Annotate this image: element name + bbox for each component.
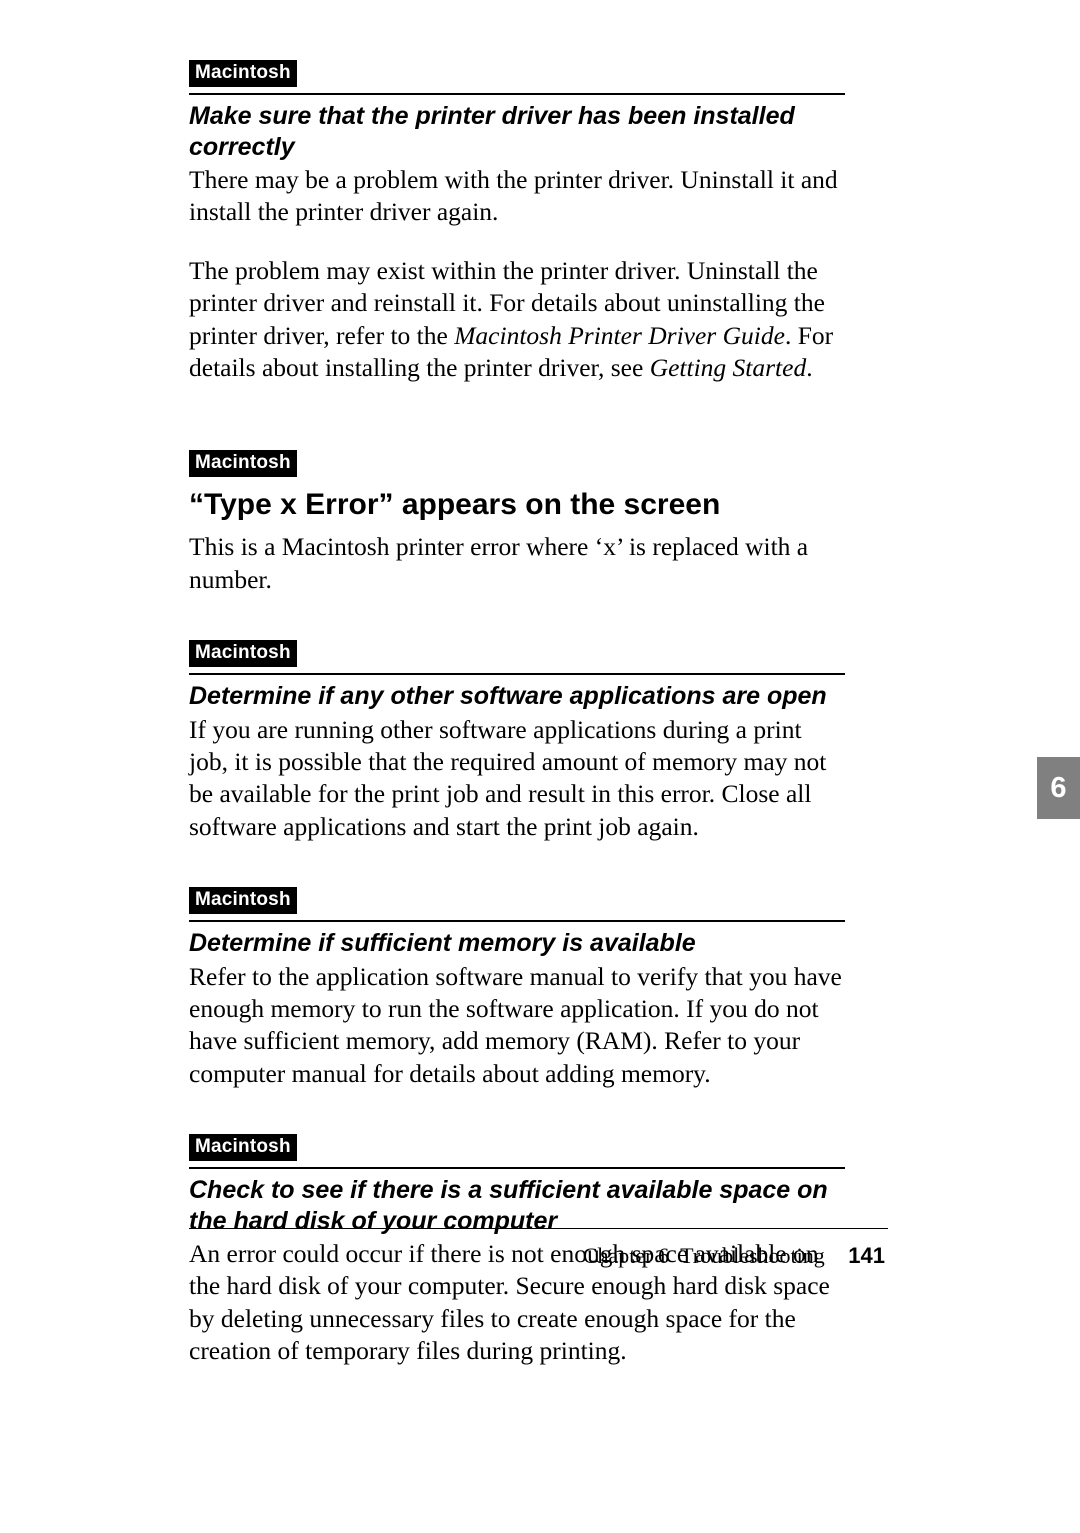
os-badge: Macintosh	[189, 60, 297, 87]
italic-text: Getting Started	[650, 353, 807, 382]
os-badge: Macintosh	[189, 887, 297, 914]
chapter-side-tab: 6	[1037, 757, 1080, 819]
body-paragraph: There may be a problem with the printer …	[189, 164, 845, 229]
footer-page-number: 141	[848, 1243, 885, 1268]
text-run: .	[806, 353, 812, 382]
footer-title: Troubleshooting	[680, 1243, 825, 1268]
section-subheading: Check to see if there is a sufficient av…	[189, 1175, 845, 1236]
section-rule	[189, 93, 845, 95]
section-rule	[189, 673, 845, 675]
italic-text: Macintosh Printer Driver Guide	[454, 321, 785, 350]
os-badge: Macintosh	[189, 640, 297, 667]
body-paragraph: Refer to the application software manual…	[189, 961, 845, 1091]
section-subheading: Determine if sufficient memory is availa…	[189, 928, 845, 959]
section-heading: “Type x Error” appears on the screen	[189, 487, 845, 523]
document-page: Macintosh Make sure that the printer driv…	[0, 0, 1080, 1533]
section-rule	[189, 920, 845, 922]
section-subheading: Determine if any other software applicat…	[189, 681, 845, 712]
body-paragraph: This is a Macintosh printer error where …	[189, 531, 845, 596]
os-badge: Macintosh	[189, 450, 297, 477]
body-paragraph: If you are running other software applic…	[189, 714, 845, 844]
page-content: Macintosh Make sure that the printer driv…	[189, 60, 845, 1394]
footer-chapter: Chapter 6	[583, 1243, 669, 1268]
section-rule	[189, 1167, 845, 1169]
section-subheading: Make sure that the printer driver has be…	[189, 101, 845, 162]
body-paragraph: The problem may exist within the printer…	[189, 255, 845, 385]
os-badge: Macintosh	[189, 1134, 297, 1161]
page-footer: Chapter 6 Troubleshooting 141	[583, 1243, 885, 1269]
footer-rule	[189, 1228, 888, 1229]
